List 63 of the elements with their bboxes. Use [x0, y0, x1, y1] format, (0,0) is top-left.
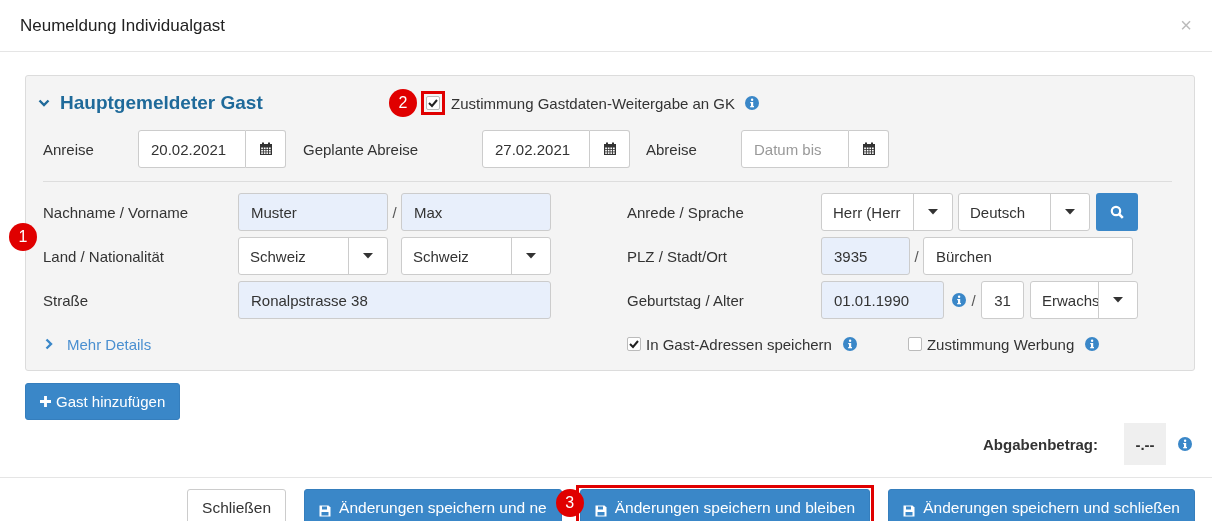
- caret-icon: [928, 209, 938, 215]
- field-label: Geplante Abreise: [303, 140, 420, 158]
- save-button[interactable]: Änderungen speichern und bleiben: [579, 489, 871, 521]
- field-label: Anrede / Sprache: [627, 203, 745, 221]
- info-icon[interactable]: [745, 96, 760, 110]
- street-field[interactable]: Ronalpstrasse 38: [238, 281, 551, 319]
- add-guest-button[interactable]: Gast hinzufügen: [25, 383, 181, 420]
- calendar-icon: [258, 142, 273, 156]
- age-field[interactable]: 31: [981, 281, 1024, 319]
- date-field[interactable]: Datum bis: [741, 130, 849, 168]
- fee-label: Abgabenbetrag:: [983, 435, 1098, 453]
- checkbox[interactable]: [907, 337, 922, 351]
- panel-title[interactable]: Hauptgemeldeter Gast: [38, 92, 263, 114]
- chevron-icon[interactable]: [38, 97, 50, 109]
- close-dialog-button[interactable]: Schließen: [187, 489, 287, 521]
- calendar-button[interactable]: [849, 130, 889, 168]
- first-name-field[interactable]: Max: [401, 193, 551, 231]
- salutation-select[interactable]: Herr (Herr: [821, 193, 953, 231]
- info-icon[interactable]: [842, 337, 857, 351]
- city-field[interactable]: Bürchen: [923, 237, 1133, 275]
- field-label: Land / Nationalität: [43, 247, 165, 265]
- field-label: Nachname / Vorname: [43, 203, 190, 221]
- field-label: PLZ / Stadt/Ort: [627, 247, 729, 265]
- search-button[interactable]: [1096, 193, 1138, 231]
- caret-icon: [363, 253, 373, 259]
- caret-icon: [526, 253, 536, 259]
- checkbox-label: In Gast-Adressen speichern: [646, 335, 832, 353]
- nationality-select[interactable]: Schweiz: [401, 237, 551, 275]
- last-name-field[interactable]: Muster: [238, 193, 388, 231]
- birthdate-field[interactable]: 01.01.1990: [821, 281, 944, 319]
- date-field[interactable]: 27.02.2021: [482, 130, 590, 168]
- calendar-button[interactable]: [590, 130, 630, 168]
- separator: /: [970, 291, 977, 309]
- info-icon[interactable]: [1178, 437, 1192, 451]
- caret-icon: [1113, 297, 1123, 303]
- checkbox[interactable]: [627, 337, 641, 351]
- field-label: Straße: [43, 291, 89, 309]
- field-label: Abreise: [646, 140, 698, 158]
- info-icon[interactable]: [952, 293, 966, 307]
- annotation-badge: 1: [9, 223, 37, 251]
- chevron-icon[interactable]: [43, 338, 55, 350]
- field-label: Anreise: [43, 140, 95, 158]
- caret-icon: [1065, 209, 1075, 215]
- field-label: Geburtstag / Alter: [627, 291, 745, 309]
- plus-icon: [40, 396, 51, 407]
- country-select[interactable]: Schweiz: [238, 237, 388, 275]
- checkbox[interactable]: [426, 96, 440, 110]
- checkbox-label: Zustimmung Werbung: [926, 335, 1075, 353]
- save-button[interactable]: Änderungen speichern und ne: [304, 489, 562, 521]
- separator: /: [391, 203, 398, 221]
- language-select[interactable]: Deutsch: [958, 193, 1090, 231]
- search-icon: [1110, 205, 1124, 219]
- calendar-icon: [861, 142, 876, 156]
- info-icon[interactable]: [1085, 337, 1100, 351]
- separator: /: [913, 247, 920, 265]
- checkbox-label: Zustimmung Gastdaten-Weitergabe an GK: [451, 94, 736, 112]
- fee-value: -.--: [1124, 423, 1166, 465]
- date-field[interactable]: 20.02.2021: [138, 130, 246, 168]
- save-button[interactable]: Änderungen speichern und schließen: [888, 489, 1195, 521]
- dialog-title: Neumeldung Individualgast: [20, 15, 226, 36]
- calendar-icon: [602, 142, 617, 156]
- postal-code-field[interactable]: 3935: [821, 237, 910, 275]
- calendar-button[interactable]: [246, 130, 286, 168]
